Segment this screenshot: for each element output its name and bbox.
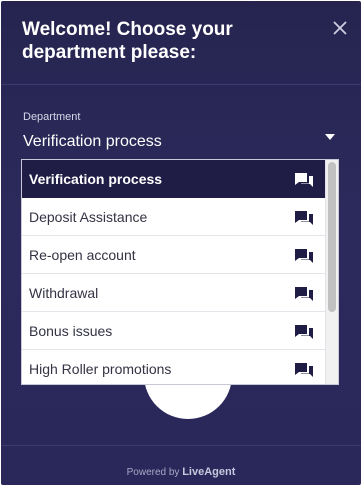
close-button[interactable] — [329, 17, 351, 39]
option-label: Withdrawal — [29, 285, 99, 301]
chat-icon — [295, 325, 313, 339]
chat-icon — [295, 173, 313, 187]
liveagent-brand[interactable]: LiveAgent — [182, 466, 235, 478]
chat-icon — [295, 363, 313, 377]
option-label: Bonus issues — [29, 323, 113, 339]
caret-down-icon[interactable] — [325, 134, 335, 140]
option-reopen-account[interactable]: Re-open account — [22, 236, 338, 274]
department-select[interactable]: Verification process — [23, 133, 162, 151]
option-bonus-issues[interactable]: Bonus issues — [22, 312, 338, 350]
department-dropdown: Verification process Deposit Assistance … — [21, 159, 339, 385]
option-label: Deposit Assistance — [29, 209, 148, 225]
widget-header: Welcome! Choose your department please: — [1, 1, 361, 85]
department-label: Department — [23, 111, 81, 123]
option-verification-process[interactable]: Verification process — [22, 160, 338, 198]
chat-widget: Welcome! Choose your department please: … — [1, 1, 361, 485]
option-deposit-assistance[interactable]: Deposit Assistance — [22, 198, 338, 236]
option-withdrawal[interactable]: Withdrawal — [22, 274, 338, 312]
page-title: Welcome! Choose your department please: — [22, 19, 233, 63]
chat-icon — [295, 249, 313, 263]
close-icon — [333, 21, 347, 35]
dropdown-scrollbar[interactable] — [325, 160, 338, 384]
powered-by-text: Powered by — [126, 467, 183, 478]
chat-icon — [295, 287, 313, 301]
option-label: Verification process — [29, 171, 163, 187]
scrollbar-thumb[interactable] — [328, 162, 336, 312]
widget-footer: Powered by LiveAgent — [1, 445, 361, 485]
option-label: High Roller promotions — [29, 361, 172, 377]
chat-icon — [295, 211, 313, 225]
option-label: Re-open account — [29, 247, 136, 263]
option-high-roller-promotions[interactable]: High Roller promotions — [22, 350, 338, 384]
